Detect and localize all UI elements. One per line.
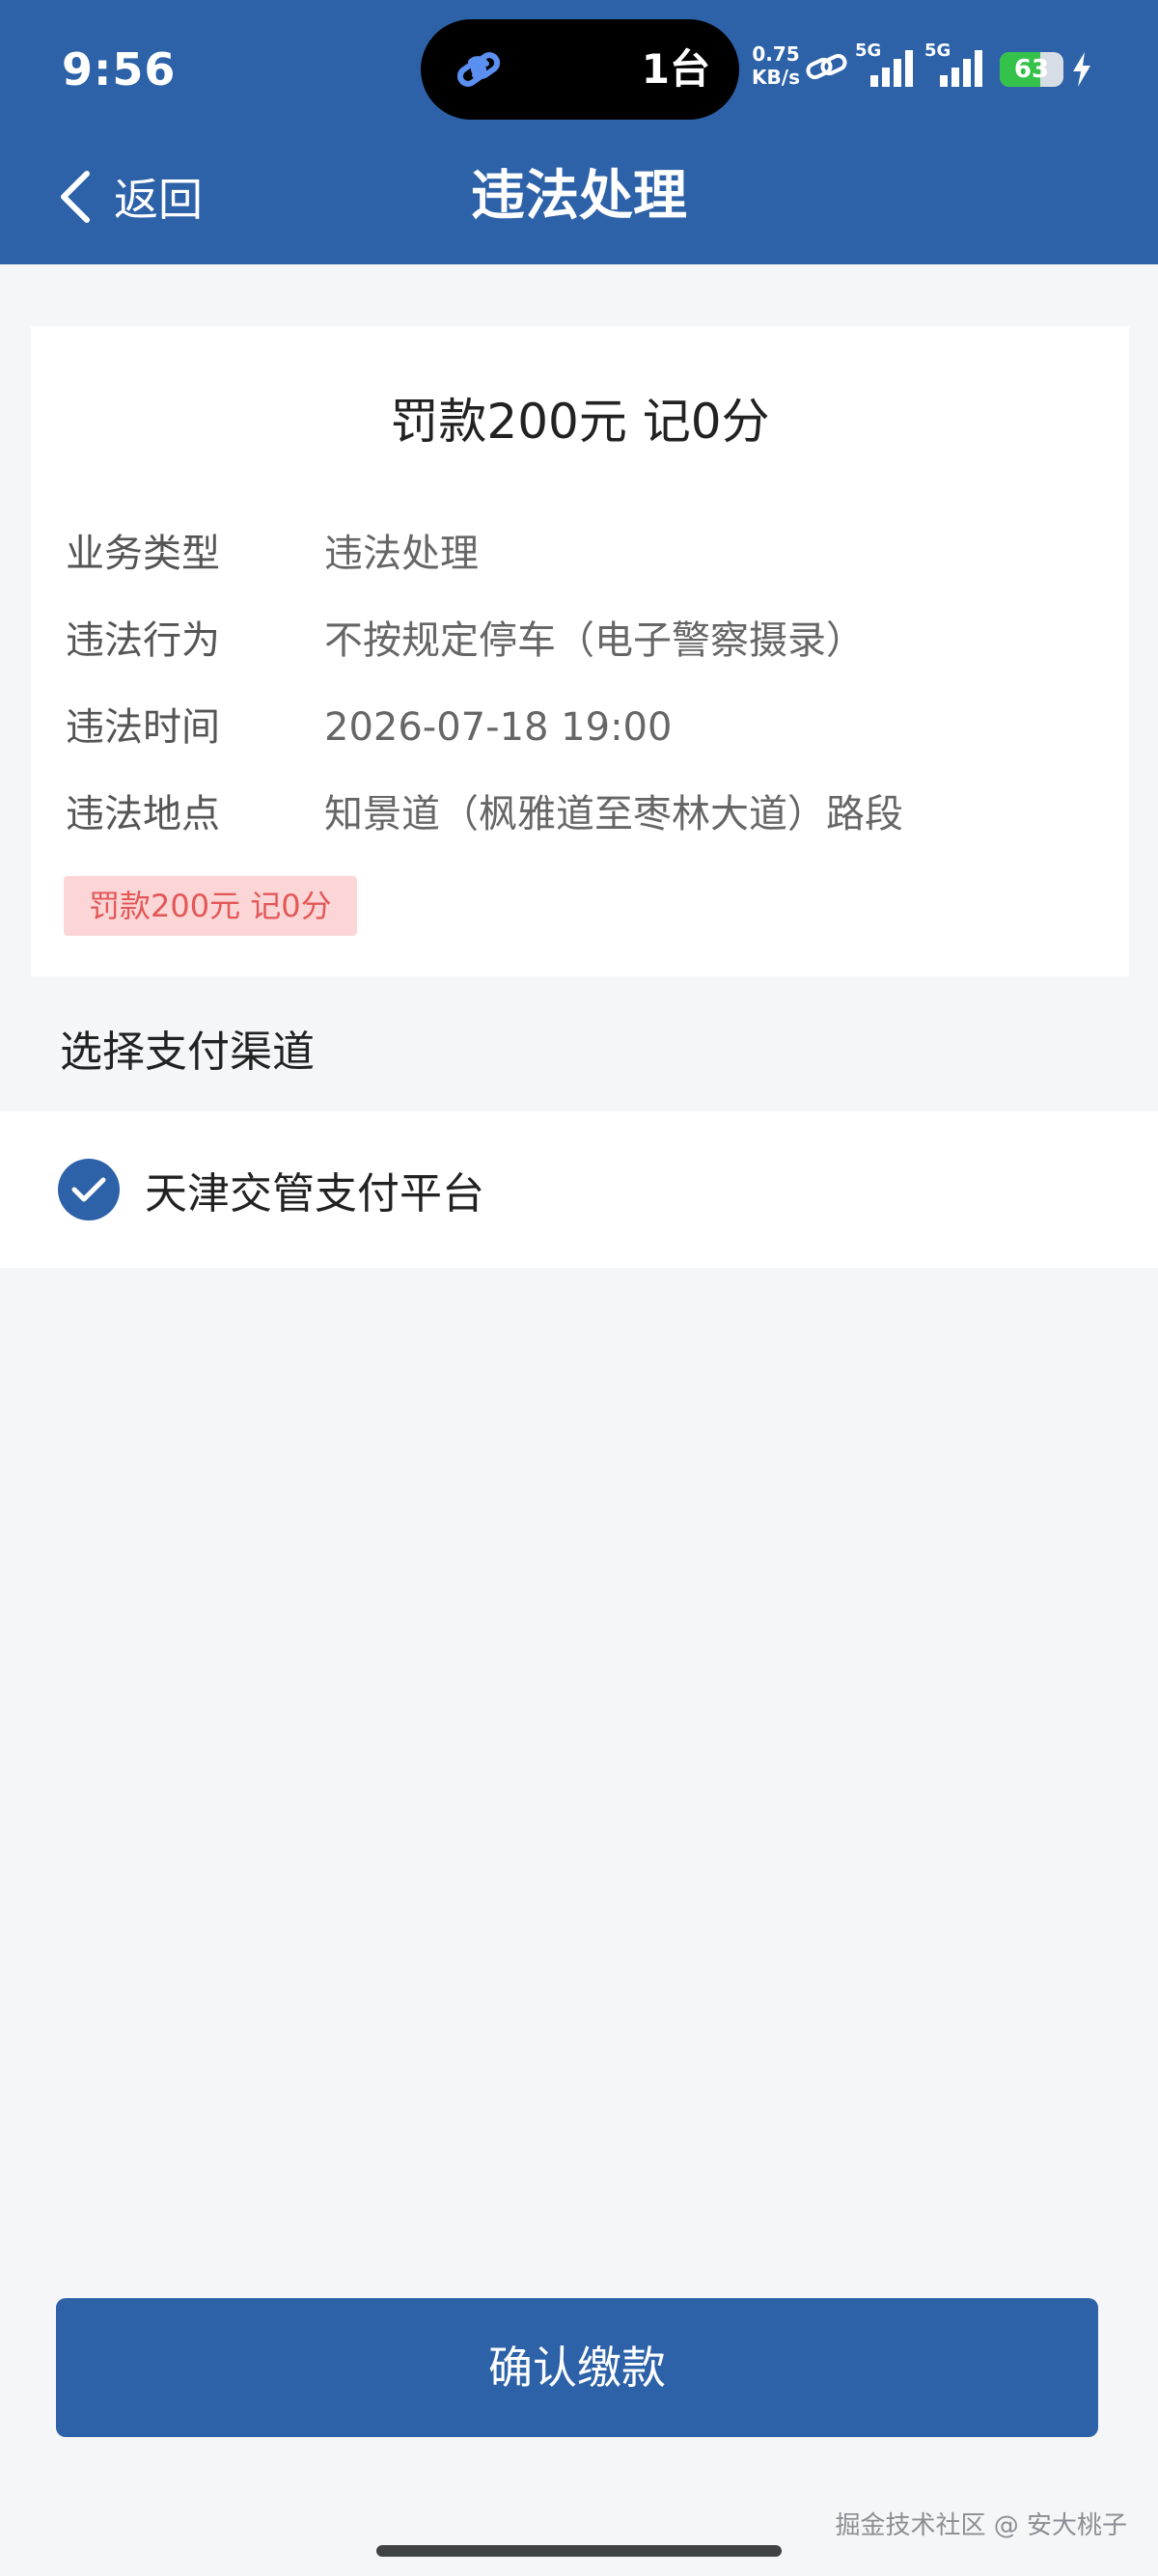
dynamic-island: 1台: [421, 19, 739, 120]
info-value: 违法处理: [324, 532, 479, 576]
watermark: 掘金技术社区 @ 安大桃子: [835, 2511, 1127, 2540]
payment-channel-label: 天津交管支付平台: [145, 1169, 484, 1219]
payment-section-title: 选择支付渠道: [60, 1028, 315, 1077]
status-time: 9:56: [62, 43, 177, 96]
header-bar: 9:56 1台 0.75 KB/s 5G 5G 63 返回 违法处理: [0, 0, 1158, 264]
info-value: 不按规定停车（电子警察摄录）: [324, 618, 865, 663]
payment-channel-panel: 天津交管支付平台: [0, 1111, 1158, 1268]
net-speed: 0.75 KB/s: [747, 42, 805, 89]
net-speed-value: 0.75: [752, 42, 800, 66]
signal-icon: [940, 50, 982, 87]
back-button[interactable]: 返回: [58, 160, 203, 233]
info-label: 业务类型: [66, 532, 220, 576]
confirm-payment-button[interactable]: 确认缴款: [56, 2298, 1098, 2437]
chevron-left-icon: [61, 171, 90, 223]
signal-icon: [870, 50, 913, 87]
battery-icon: 63: [1000, 52, 1063, 87]
charging-icon: [1073, 52, 1090, 87]
fine-card: 罚款200元 记0分 业务类型 违法处理 违法行为 不按规定停车（电子警察摄录）…: [31, 326, 1129, 976]
net-speed-unit: KB/s: [752, 66, 800, 89]
island-label: 1台: [641, 45, 710, 93]
link-icon: [456, 52, 501, 87]
payment-channel-option[interactable]: 天津交管支付平台: [58, 1156, 484, 1223]
info-value: 2026-07-18 19:00: [324, 705, 673, 750]
screen: 9:56 1台 0.75 KB/s 5G 5G 63 返回 违法处理 罚款200…: [0, 0, 1158, 2576]
checkmark-icon: [71, 1177, 106, 1202]
link-icon: [806, 53, 847, 80]
battery-level: 63: [1013, 55, 1050, 84]
fine-tag: 罚款200元 记0分: [64, 876, 357, 936]
back-label: 返回: [114, 174, 203, 226]
info-label: 违法行为: [66, 618, 220, 663]
info-value: 知景道（枫雅道至枣林大道）路段: [324, 792, 903, 836]
info-label: 违法地点: [66, 792, 220, 836]
fine-summary-title: 罚款200元 记0分: [390, 394, 770, 450]
info-label: 违法时间: [66, 705, 220, 750]
home-indicator[interactable]: [376, 2545, 782, 2557]
checkmark-circle-icon[interactable]: [58, 1159, 120, 1220]
